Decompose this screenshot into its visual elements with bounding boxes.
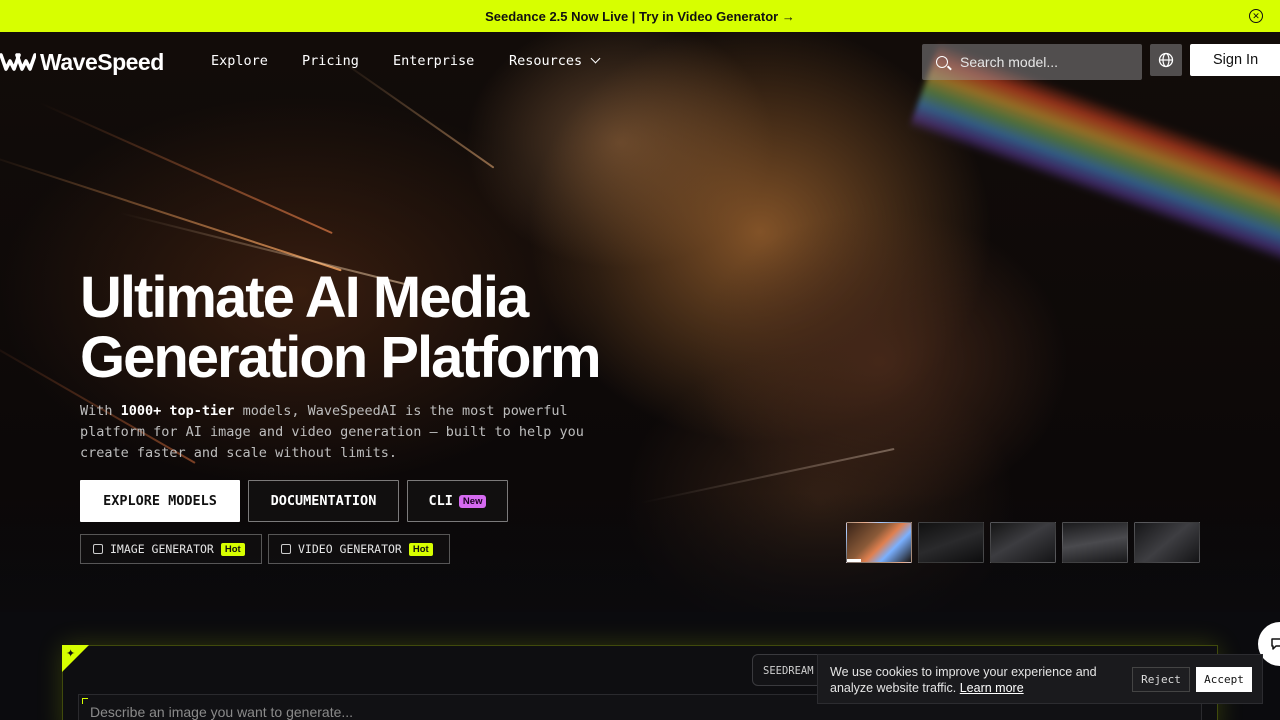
search-input[interactable]: [960, 54, 1120, 70]
image-generator-chip[interactable]: IMAGE GENERATOR Hot: [80, 534, 262, 564]
light-streak: [39, 102, 333, 235]
hero-title-line-1: Ultimate AI Media: [80, 265, 529, 330]
nav-resources[interactable]: Resources: [509, 53, 601, 69]
language-button[interactable]: [1150, 44, 1182, 76]
announcement-text[interactable]: Seedance 2.5 Now Live | Try in Video Gen…: [485, 9, 795, 24]
cli-button[interactable]: CLI New: [407, 480, 508, 522]
top-nav: WaveSpeed Explore Pricing Enterprise Res…: [0, 32, 1280, 92]
hero-thumbnail-4[interactable]: [1062, 522, 1128, 563]
nav-explore[interactable]: Explore: [211, 53, 268, 69]
sign-in-button[interactable]: Sign In: [1190, 44, 1280, 76]
nav-enterprise[interactable]: Enterprise: [393, 53, 474, 69]
hero-subtitle: With 1000+ top-tier models, WaveSpeedAI …: [80, 401, 600, 464]
cookie-message: We use cookies to improve your experienc…: [830, 664, 1120, 696]
globe-icon: [1158, 52, 1174, 68]
search-box[interactable]: [922, 44, 1142, 80]
cookie-banner: We use cookies to improve your experienc…: [817, 654, 1263, 704]
prompt-corner-accent: [82, 698, 88, 704]
hero-thumbnail-2[interactable]: [918, 522, 984, 563]
prompt-input[interactable]: [90, 704, 690, 720]
hero-subtitle-highlight: 1000+ top-tier: [120, 403, 235, 419]
nav-resources-label: Resources: [509, 53, 583, 69]
cli-label: CLI: [428, 493, 453, 509]
reject-button[interactable]: Reject: [1132, 667, 1190, 692]
hero-thumbnail-5[interactable]: [1134, 522, 1200, 563]
brand-name: WaveSpeed: [40, 48, 164, 75]
hero-title: Ultimate AI Media Generation Platform: [80, 265, 602, 390]
chevron-down-icon: [590, 53, 601, 64]
nav-pricing[interactable]: Pricing: [302, 53, 359, 69]
documentation-button[interactable]: DOCUMENTATION: [248, 480, 399, 522]
close-icon[interactable]: ✕: [1249, 9, 1263, 23]
search-icon: [936, 56, 948, 68]
image-generator-label: IMAGE GENERATOR: [110, 542, 214, 556]
sparkle-icon: ✦: [66, 648, 76, 660]
thumbnail-progress: [847, 559, 861, 562]
image-icon: [93, 544, 103, 554]
video-generator-chip[interactable]: VIDEO GENERATOR Hot: [268, 534, 450, 564]
hero-title-line-2: Generation Platform: [80, 325, 602, 390]
hero-thumbnail-3[interactable]: [990, 522, 1056, 563]
hot-badge: Hot: [408, 542, 433, 556]
chat-icon: [1271, 638, 1280, 650]
hot-badge: Hot: [220, 542, 245, 556]
learn-more-link[interactable]: Learn more: [960, 681, 1024, 695]
video-icon: [281, 544, 291, 554]
video-generator-label: VIDEO GENERATOR: [298, 542, 402, 556]
new-badge: New: [458, 494, 487, 508]
brand-logo[interactable]: WaveSpeed: [0, 48, 164, 75]
hero-thumbnail-1[interactable]: [846, 522, 912, 563]
announcement-bar[interactable]: Seedance 2.5 Now Live | Try in Video Gen…: [0, 0, 1280, 32]
wave-logo-icon: [0, 53, 36, 71]
hero-subtitle-prefix: With: [80, 403, 121, 419]
explore-models-button[interactable]: EXPLORE MODELS: [80, 480, 240, 522]
accept-button[interactable]: Accept: [1196, 667, 1252, 692]
